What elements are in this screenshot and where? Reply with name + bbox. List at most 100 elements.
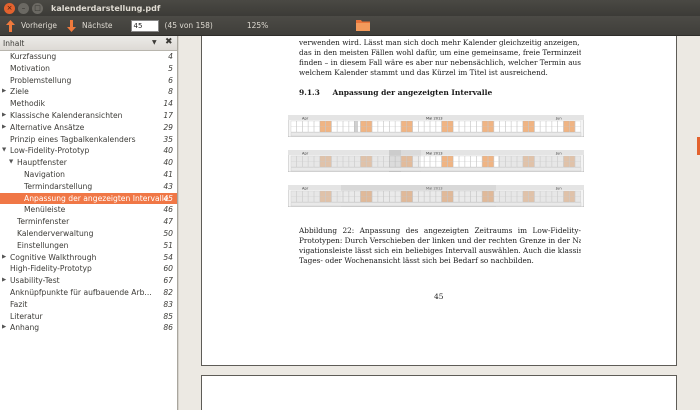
toc-item[interactable]: ▶ Klassische Kalenderansichten 17 bbox=[0, 110, 177, 122]
expander-down-icon[interactable]: ▼ bbox=[2, 145, 6, 157]
text-line: verwenden wird. Lässt man sich doch mehr… bbox=[299, 38, 581, 47]
close-icon: × bbox=[6, 3, 13, 12]
toc-item[interactable]: High-Fidelity-Prototyp 60 bbox=[0, 263, 177, 275]
expander-right-icon[interactable]: ▶ bbox=[2, 110, 6, 122]
toc-item-page: 82 bbox=[163, 287, 173, 297]
toc-item-page: 45 bbox=[163, 193, 173, 203]
maximize-icon: □ bbox=[34, 3, 41, 12]
expander-right-icon[interactable]: ▶ bbox=[2, 122, 6, 134]
chevron-down-icon[interactable]: ▼ bbox=[152, 39, 157, 46]
calendar-month-label: Jun bbox=[555, 186, 562, 190]
toc-item-label: Menüleiste bbox=[24, 205, 66, 215]
toc-item[interactable]: Anknüpfpunkte für aufbauende Arb... 82 bbox=[0, 287, 177, 299]
text-line: vigationsleiste lässt sich ein beliebige… bbox=[299, 246, 581, 255]
section-heading: 9.1.3 Anpassung der angezeigten Interval… bbox=[299, 88, 492, 97]
toc-item[interactable]: Menüleiste 46 bbox=[0, 204, 177, 216]
toc-item-page: 40 bbox=[163, 158, 173, 168]
window-title: kalenderdarstellung.pdf bbox=[51, 3, 161, 13]
toc-item-label: Hauptfenster bbox=[17, 158, 67, 168]
window-maximize-button[interactable]: □ bbox=[32, 2, 43, 14]
folder-icon bbox=[356, 19, 371, 31]
toc-item[interactable]: Problemstellung 6 bbox=[0, 75, 177, 87]
expander-right-icon[interactable]: ▶ bbox=[2, 86, 6, 98]
toc-item-label: Fazit bbox=[10, 299, 28, 309]
expander-right-icon[interactable]: ▶ bbox=[2, 322, 6, 334]
arrow-up-icon bbox=[6, 19, 15, 32]
toc-item[interactable]: Kurzfassung 4 bbox=[0, 51, 177, 63]
text-line: das in den meisten Fällen wohl dafür, um… bbox=[299, 48, 581, 57]
toc-item-label: Anpassung der angezeigten Intervalle bbox=[24, 193, 169, 203]
text-line: welchem Kalender stammt und das Kürzel i… bbox=[299, 68, 548, 77]
toc-item-page: 17 bbox=[163, 110, 173, 120]
next-page-button[interactable]: Nächste bbox=[67, 19, 113, 32]
toc-item-label: Problemstellung bbox=[10, 75, 72, 85]
toc-item-label: Anhang bbox=[10, 323, 40, 333]
toc-item[interactable]: Terminfenster 47 bbox=[0, 216, 177, 228]
toc-item-label: Literatur bbox=[10, 311, 43, 321]
toc-item-page: 4 bbox=[168, 52, 173, 61]
toc-item-page: 54 bbox=[163, 252, 173, 262]
toc-item[interactable]: Anpassung der angezeigten Intervalle 45 bbox=[0, 192, 177, 205]
toc-item-page: 5 bbox=[168, 63, 173, 73]
toc-item-label: Kurzfassung bbox=[10, 52, 57, 61]
text-line: Abbildung 22: Anpassung des angezeigten … bbox=[299, 226, 581, 235]
expander-right-icon[interactable]: ▶ bbox=[2, 275, 6, 287]
open-folder-button[interactable] bbox=[356, 19, 371, 33]
toc-item[interactable]: Termindarstellung 43 bbox=[0, 181, 177, 193]
sidebar-header[interactable]: Inhalt ▼ ✖ bbox=[0, 36, 177, 51]
toc-item[interactable]: Kalenderverwaltung 50 bbox=[0, 228, 177, 240]
toc-item-page: 43 bbox=[163, 181, 173, 191]
toc-item-label: Termindarstellung bbox=[24, 181, 93, 191]
toolbar: Vorherige Nächste 45 (45 von 158) 125% bbox=[0, 16, 700, 36]
toc-item-label: Einstellungen bbox=[17, 240, 69, 250]
close-sidebar-icon[interactable]: ✖ bbox=[165, 37, 173, 47]
expander-down-icon[interactable]: ▼ bbox=[9, 157, 13, 169]
text-line: finden – in diesem Fall wäre es aber nur… bbox=[299, 58, 581, 67]
toc-item[interactable]: Fazit 83 bbox=[0, 299, 177, 311]
page-number-input[interactable]: 45 bbox=[130, 19, 159, 32]
toc-item-page: 47 bbox=[163, 217, 173, 227]
toc-item[interactable]: Literatur 85 bbox=[0, 311, 177, 323]
toc-item[interactable]: ▶ Ziele 8 bbox=[0, 86, 177, 98]
pdf-page: verwenden wird. Lässt man sich doch mehr… bbox=[201, 36, 677, 366]
toc-item[interactable]: Navigation 41 bbox=[0, 169, 177, 181]
toc-item[interactable]: Prinzip eines Tagbalkenkalenders 35 bbox=[0, 134, 177, 146]
toc-item-page: 40 bbox=[163, 146, 173, 156]
toc-item[interactable]: ▼ Low-Fidelity-Prototyp 40 bbox=[0, 145, 177, 157]
toc-item-page: 83 bbox=[163, 299, 173, 309]
toc-item-page: 8 bbox=[168, 87, 173, 97]
window-minimize-button[interactable]: – bbox=[18, 2, 29, 14]
toc-item-page: 35 bbox=[163, 134, 173, 144]
previous-page-button[interactable]: Vorherige bbox=[6, 19, 57, 32]
expander-right-icon[interactable]: ▶ bbox=[2, 252, 6, 264]
previous-page-label: Vorherige bbox=[21, 21, 57, 30]
toc-item[interactable]: ▼ Hauptfenster 40 bbox=[0, 157, 177, 169]
toc-item[interactable]: Motivation 5 bbox=[0, 63, 177, 75]
toc-item-page: 85 bbox=[163, 311, 173, 321]
document-view[interactable]: verwenden wird. Lässt man sich doch mehr… bbox=[179, 36, 700, 410]
minimize-icon: – bbox=[21, 3, 26, 12]
toc-item[interactable]: ▶ Alternative Ansätze 29 bbox=[0, 122, 177, 134]
toc-item[interactable]: ▶ Cognitive Walkthrough 54 bbox=[0, 252, 177, 264]
next-pdf-page bbox=[201, 375, 677, 410]
toc-item-label: Alternative Ansätze bbox=[10, 122, 85, 132]
toc-item-page: 41 bbox=[163, 169, 173, 179]
text-line: Tages- oder Wochenansicht lässt sich bei… bbox=[299, 256, 534, 265]
toc-item[interactable]: ▶ Usability-Test 67 bbox=[0, 275, 177, 287]
calendar-month-label: Jun bbox=[555, 116, 562, 120]
toc-item-page: 46 bbox=[163, 205, 173, 215]
toc-item[interactable]: ▶ Anhang 86 bbox=[0, 322, 177, 334]
toc-item-label: Motivation bbox=[10, 63, 50, 73]
sidebar: Inhalt ▼ ✖ Kurzfassung 4 Motivation 5 Proble… bbox=[0, 36, 178, 410]
calendar-month-label: Apr bbox=[302, 116, 309, 120]
toc-item[interactable]: Einstellungen 51 bbox=[0, 240, 177, 252]
calendar-month-label: Apr bbox=[302, 151, 309, 155]
toc-item[interactable]: Methodik 14 bbox=[0, 98, 177, 110]
calendar-month-label: Mai 2013 bbox=[426, 116, 443, 120]
window-close-button[interactable]: × bbox=[4, 2, 15, 14]
toc-item-page: 50 bbox=[163, 228, 173, 238]
toc-item-page: 86 bbox=[163, 323, 173, 333]
toc-item-label: Klassische Kalenderansichten bbox=[10, 110, 123, 120]
calendar-month-label: Apr bbox=[302, 186, 309, 190]
zoom-level[interactable]: 125% bbox=[247, 21, 268, 30]
